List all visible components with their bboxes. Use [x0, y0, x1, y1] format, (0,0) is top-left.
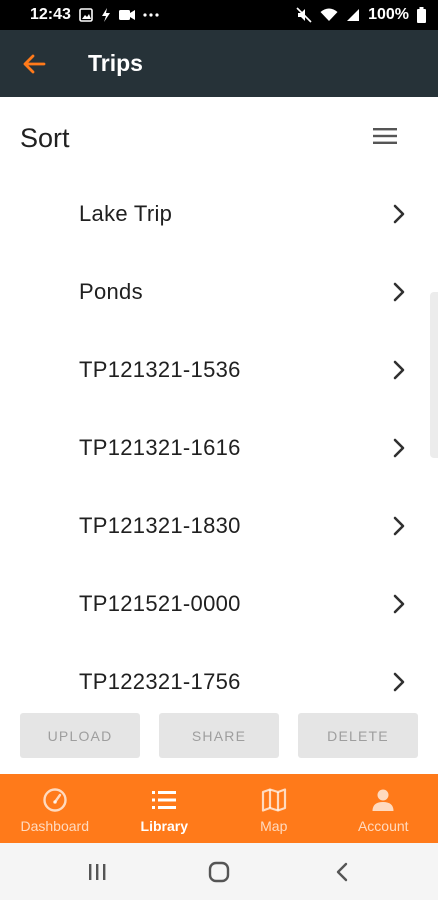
edge-panel-handle[interactable] — [430, 292, 438, 458]
battery-icon — [417, 0, 426, 30]
chevron-right-icon — [388, 357, 410, 383]
list-icon — [150, 786, 178, 814]
status-right: 100% — [296, 0, 426, 30]
share-button[interactable]: SHARE — [159, 713, 279, 758]
trip-name: TP121521-0000 — [79, 591, 241, 616]
speedometer-icon — [41, 786, 69, 814]
nav-label: Map — [260, 818, 288, 834]
trip-list: Lake Trip Ponds TP121321-1536 TP121321-1… — [0, 176, 438, 710]
trip-name: TP121321-1830 — [79, 513, 241, 538]
person-icon — [369, 786, 397, 814]
trip-name: TP121321-1536 — [79, 357, 241, 382]
chevron-right-icon — [388, 669, 410, 695]
status-bar: 12:43 100% — [0, 0, 438, 30]
home-button[interactable] — [204, 857, 234, 887]
home-icon — [208, 861, 230, 883]
trip-name: Ponds — [79, 279, 143, 304]
list-item[interactable]: Lake Trip — [0, 176, 438, 254]
nav-label: Dashboard — [20, 818, 90, 834]
list-item[interactable]: Ponds — [0, 254, 438, 332]
back-button[interactable] — [20, 50, 48, 78]
chevron-right-icon — [388, 513, 410, 539]
recent-apps-icon — [89, 864, 106, 880]
status-left: 12:43 — [30, 0, 159, 30]
nav-account[interactable]: Account — [329, 774, 438, 843]
signal-icon — [346, 0, 360, 30]
nav-dashboard[interactable]: Dashboard — [0, 774, 110, 843]
list-item[interactable]: TP121321-1830 — [0, 488, 438, 566]
page-title: Trips — [88, 50, 143, 76]
nav-label: Library — [140, 818, 188, 834]
recent-apps-button[interactable] — [82, 857, 112, 887]
more-dots-icon — [143, 0, 159, 30]
battery-percent: 100% — [368, 6, 409, 23]
list-item[interactable]: TP121521-0000 — [0, 566, 438, 644]
bottom-nav: Dashboard Library Map Account — [0, 774, 438, 843]
trip-name: TP122321-1756 — [79, 669, 241, 694]
system-back-button[interactable] — [327, 857, 357, 887]
map-icon — [260, 786, 288, 814]
list-item[interactable]: TP121321-1616 — [0, 410, 438, 488]
chevron-right-icon — [388, 279, 410, 305]
hamburger-menu-icon — [373, 128, 397, 144]
back-icon — [336, 862, 348, 882]
arrow-left-icon — [23, 54, 46, 74]
sort-header: Sort — [0, 97, 438, 177]
trip-name: Lake Trip — [79, 201, 173, 226]
list-item[interactable]: TP122321-1756 — [0, 644, 438, 710]
chevron-right-icon — [388, 591, 410, 617]
nav-library[interactable]: Library — [110, 774, 220, 843]
mute-icon — [296, 0, 312, 30]
status-time: 12:43 — [30, 6, 71, 23]
action-bar: UPLOAD SHARE DELETE — [20, 713, 418, 758]
app-bar: Trips — [0, 30, 438, 97]
system-nav-bar — [0, 843, 438, 900]
delete-button[interactable]: DELETE — [298, 713, 418, 758]
sort-label: Sort — [20, 123, 70, 153]
flash-icon — [101, 0, 111, 30]
wifi-icon — [320, 0, 338, 30]
upload-button[interactable]: UPLOAD — [20, 713, 140, 758]
list-item[interactable]: TP121321-1536 — [0, 332, 438, 410]
chevron-right-icon — [388, 435, 410, 461]
nav-label: Account — [357, 818, 409, 834]
nav-map[interactable]: Map — [219, 774, 329, 843]
trip-name: TP121321-1616 — [79, 435, 241, 460]
sort-menu-button[interactable] — [370, 123, 400, 149]
video-icon — [118, 0, 135, 30]
image-icon — [79, 0, 93, 30]
chevron-right-icon — [388, 201, 410, 227]
